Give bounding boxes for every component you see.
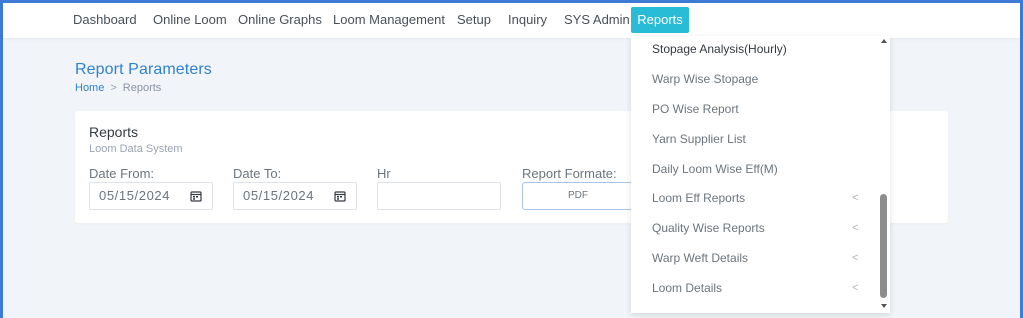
page-title: Report Parameters — [75, 61, 212, 78]
chevron-left-icon: < — [852, 252, 859, 264]
chevron-left-icon: < — [852, 222, 859, 234]
menu-item-loom-eff-reports[interactable]: Loom Eff Reports — [652, 187, 862, 209]
calendar-icon[interactable] — [190, 190, 202, 202]
nav-item-inquiry[interactable]: Inquiry — [500, 7, 555, 33]
menu-item-stopage-analysis-hourly[interactable]: Stopage Analysis(Hourly) — [652, 38, 862, 60]
card-subtitle: Loom Data System — [89, 143, 183, 155]
nav-item-online-graphs[interactable]: Online Graphs — [230, 7, 330, 33]
date-from-value: 05/15/2024 — [99, 188, 171, 203]
breadcrumb-separator: > — [110, 82, 117, 94]
date-from-label: Date From: — [89, 166, 155, 181]
scrollbar-thumb[interactable] — [880, 194, 887, 298]
menu-item-warp-wise-stopage[interactable]: Warp Wise Stopage — [652, 68, 862, 90]
reports-dropdown-menu: Stopage Analysis(Hourly) Warp Wise Stopa… — [631, 36, 890, 313]
hr-input[interactable] — [377, 182, 501, 210]
menu-item-daily-loom-wise-eff[interactable]: Daily Loom Wise Eff(M) — [652, 158, 862, 180]
nav-item-reports[interactable]: Reports — [631, 7, 689, 33]
breadcrumb-home-link[interactable]: Home — [75, 82, 104, 94]
calendar-icon[interactable] — [334, 190, 346, 202]
scroll-up-arrow-icon[interactable] — [881, 39, 887, 43]
nav-item-online-loom[interactable]: Online Loom — [145, 7, 235, 33]
date-to-value: 05/15/2024 — [243, 188, 315, 203]
menu-item-po-wise-report[interactable]: PO Wise Report — [652, 98, 862, 120]
breadcrumb-current: Reports — [122, 82, 162, 94]
date-to-input[interactable]: 05/15/2024 — [233, 182, 357, 210]
nav-item-setup[interactable]: Setup — [449, 7, 499, 33]
card-title: Reports — [89, 124, 139, 140]
menu-item-loom-details[interactable]: Loom Details — [652, 277, 862, 299]
chevron-left-icon: < — [852, 282, 859, 294]
chevron-left-icon: < — [852, 192, 859, 204]
menu-item-warp-weft-details[interactable]: Warp Weft Details — [652, 247, 862, 269]
nav-item-loom-management[interactable]: Loom Management — [325, 7, 453, 33]
breadcrumb: Home > Reports — [75, 82, 161, 94]
nav-item-sys-admin[interactable]: SYS Admin — [556, 7, 638, 33]
hr-label: Hr — [377, 166, 391, 181]
menu-item-yarn-supplier-list[interactable]: Yarn Supplier List — [652, 128, 862, 150]
window-frame-left — [0, 0, 3, 318]
date-to-label: Date To: — [233, 166, 282, 181]
scroll-down-arrow-icon[interactable] — [881, 304, 887, 308]
report-format-label: Report Formate: — [522, 166, 617, 181]
nav-item-dashboard[interactable]: Dashboard — [65, 7, 145, 33]
date-from-input[interactable]: 05/15/2024 — [89, 182, 213, 210]
menu-item-quality-wise-reports[interactable]: Quality Wise Reports — [652, 217, 862, 239]
dropdown-scrollbar[interactable] — [880, 36, 889, 313]
top-navigation: Dashboard Online Loom Online Graphs Loom… — [3, 3, 1020, 38]
report-format-select[interactable]: PDF — [522, 182, 634, 210]
